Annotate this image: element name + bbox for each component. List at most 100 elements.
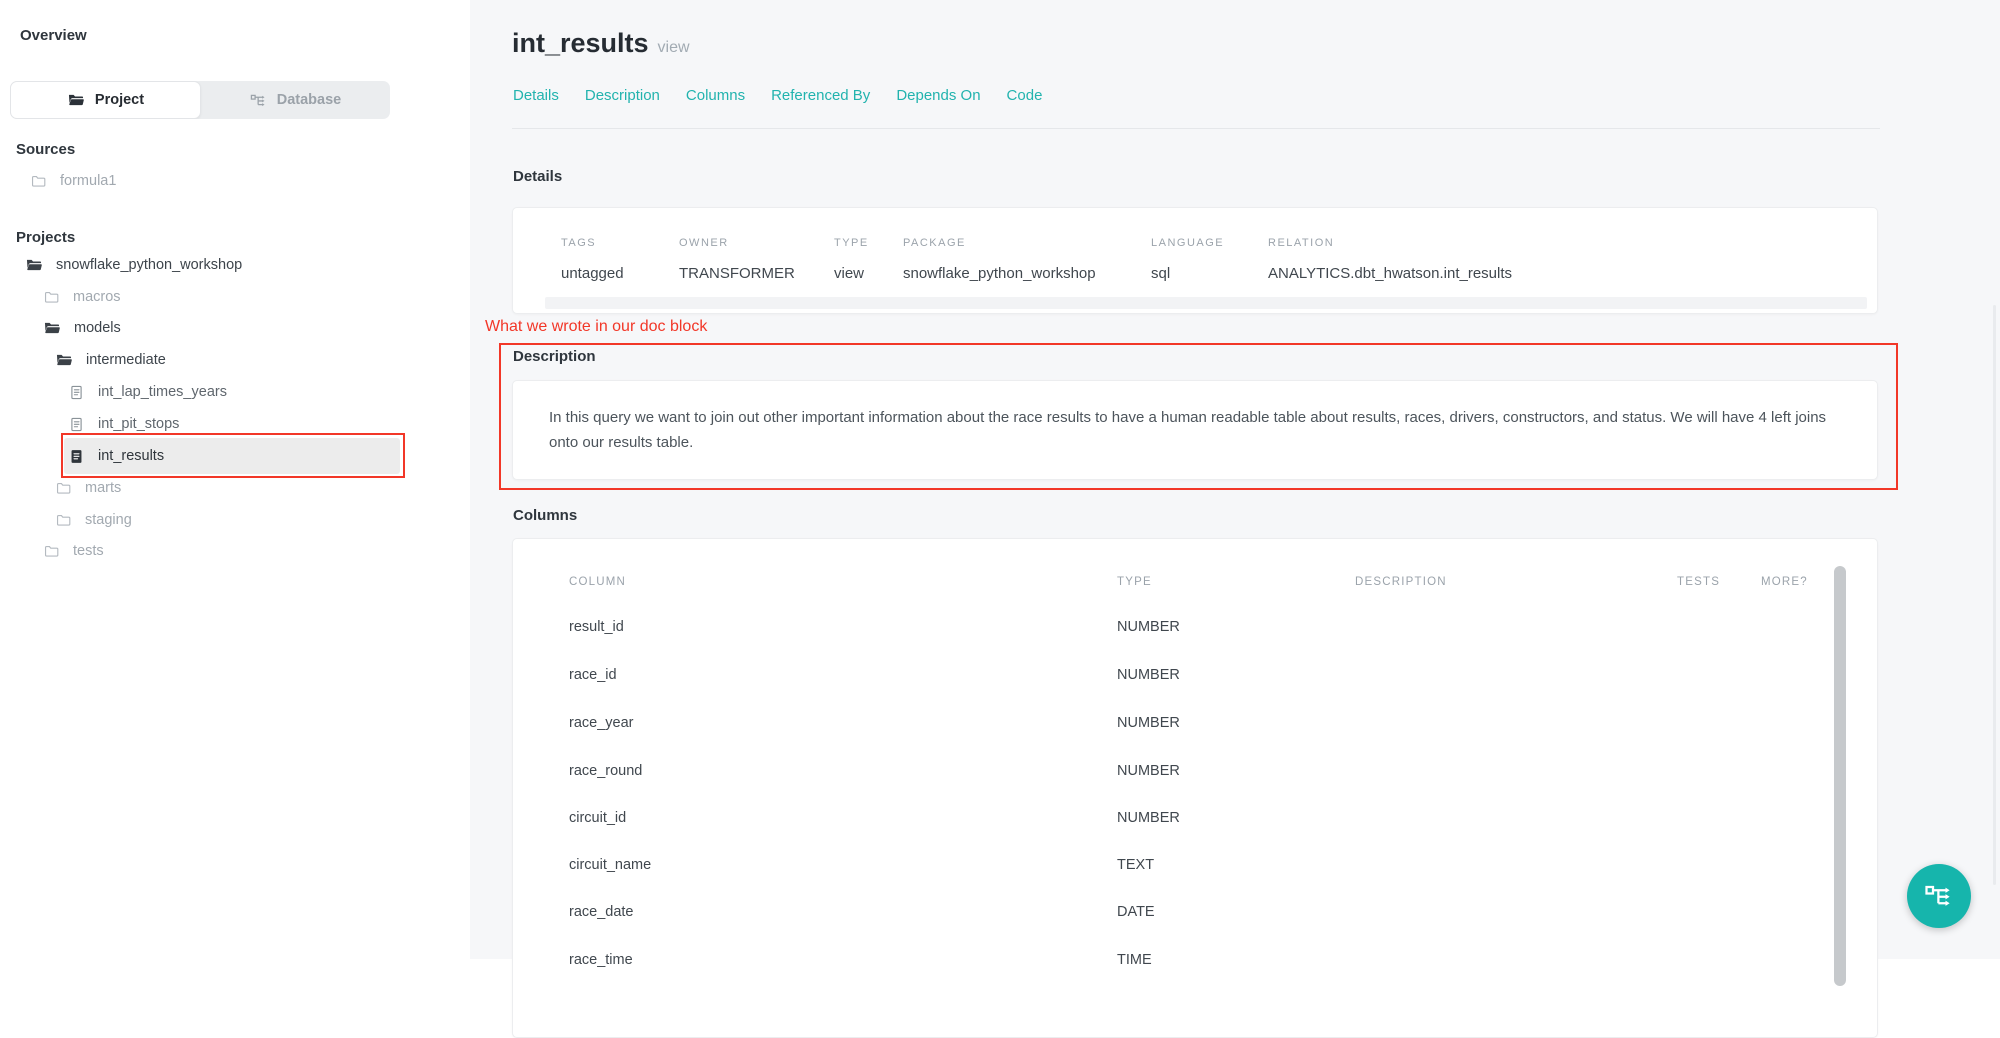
cell-column-type: NUMBER — [1117, 619, 1180, 635]
field-value: sql — [1151, 265, 1170, 282]
tree-item-label: snowflake_python_workshop — [56, 257, 242, 273]
cell-column-type: TIME — [1117, 952, 1152, 968]
folder-closed-icon — [43, 289, 60, 306]
cell-column-name: race_id — [569, 667, 617, 683]
sidebar-item-snowflake-python-workshop[interactable]: snowflake_python_workshop — [25, 249, 242, 281]
tree-item-label: formula1 — [60, 173, 116, 189]
tree-item-label: models — [74, 320, 121, 336]
cell-column-name: circuit_id — [569, 810, 626, 826]
cell-column-type: DATE — [1117, 904, 1155, 920]
tab-code[interactable]: Code — [1007, 87, 1043, 104]
tree-item-label: macros — [73, 289, 121, 305]
view-lineage-button[interactable] — [1907, 864, 1971, 928]
field-value: snowflake_python_workshop — [903, 265, 1096, 282]
columns-section-heading: Columns — [513, 507, 577, 524]
file-solid-icon — [68, 448, 85, 465]
field-label: PACKAGE — [903, 237, 966, 249]
tree-item-label: int_pit_stops — [98, 416, 179, 432]
sidebar-item-formula1[interactable]: formula1 — [30, 165, 116, 197]
field-value: TRANSFORMER — [679, 265, 795, 282]
folder-open-icon — [67, 91, 85, 109]
file-icon — [68, 384, 85, 401]
folder-closed-icon — [55, 480, 72, 497]
sidebar-item-int-results[interactable]: int_results — [68, 440, 164, 472]
field-value: ANALYTICS.dbt_hwatson.int_results — [1268, 265, 1512, 282]
cell-column-name: race_date — [569, 904, 634, 920]
sidebar-item-intermediate[interactable]: intermediate — [55, 344, 166, 376]
sidebar-item-tests[interactable]: tests — [43, 535, 104, 567]
cell-column-type: NUMBER — [1117, 763, 1180, 779]
cell-column-type: TEXT — [1117, 857, 1154, 873]
tab-details[interactable]: Details — [513, 87, 559, 104]
sidebar-item-int-pit-stops[interactable]: int_pit_stops — [68, 408, 179, 440]
tab-columns[interactable]: Columns — [686, 87, 745, 104]
lineage-icon — [250, 92, 267, 109]
description-card: In this query we want to join out other … — [512, 380, 1878, 480]
sidebar-item-marts[interactable]: marts — [55, 472, 121, 504]
model-type-tag: view — [658, 39, 690, 56]
tree-item-label: tests — [73, 543, 104, 559]
description-section-heading: Description — [513, 348, 596, 365]
projects-section-heading: Projects — [16, 229, 75, 246]
column-header-tests: TESTS — [1677, 576, 1720, 588]
page-title: int_results view — [512, 28, 690, 59]
database-toggle-label: Database — [277, 92, 341, 108]
cell-column-name: race_time — [569, 952, 633, 968]
sources-section-heading: Sources — [16, 141, 75, 158]
details-card: TAGS untagged OWNER TRANSFORMER TYPE vie… — [512, 207, 1878, 314]
sidebar-item-int-lap-times-years[interactable]: int_lap_times_years — [68, 376, 227, 408]
cell-column-name: result_id — [569, 619, 624, 635]
view-toggle: Project Database — [10, 81, 390, 119]
cell-column-type: NUMBER — [1117, 715, 1180, 731]
tab-description[interactable]: Description — [585, 87, 660, 104]
model-name: int_results — [512, 28, 649, 58]
cell-column-name: circuit_name — [569, 857, 651, 873]
field-value: view — [834, 265, 864, 282]
project-toggle-label: Project — [95, 92, 144, 108]
field-label: RELATION — [1268, 237, 1334, 249]
tree-item-label: staging — [85, 512, 132, 528]
column-header-type: TYPE — [1117, 576, 1152, 588]
field-label: TAGS — [561, 237, 596, 249]
details-section-heading: Details — [513, 168, 562, 185]
sidebar-item-macros[interactable]: macros — [43, 281, 121, 313]
annotation-text: What we wrote in our doc block — [485, 318, 707, 336]
sidebar: Overview Project Database Sources formul… — [0, 0, 470, 959]
columns-card: COLUMN TYPE DESCRIPTION TESTS MORE? resu… — [512, 538, 1878, 1038]
folder-open-icon — [25, 256, 43, 274]
file-icon — [68, 416, 85, 433]
folder-open-icon — [43, 319, 61, 337]
column-header-description: DESCRIPTION — [1355, 576, 1447, 588]
database-toggle-button[interactable]: Database — [201, 81, 390, 119]
project-toggle-button[interactable]: Project — [10, 81, 201, 119]
column-header-column: COLUMN — [569, 576, 626, 588]
tree-item-label: int_lap_times_years — [98, 384, 227, 400]
overview-link[interactable]: Overview — [20, 27, 87, 44]
folder-closed-icon — [55, 512, 72, 529]
folder-closed-icon — [43, 543, 60, 560]
cell-column-name: race_year — [569, 715, 633, 731]
columns-table-scrollbar[interactable] — [1834, 566, 1846, 986]
tab-bar: Details Description Columns Referenced B… — [513, 87, 1042, 104]
cell-column-type: NUMBER — [1117, 810, 1180, 826]
column-header-more: MORE? — [1761, 576, 1808, 588]
folder-closed-icon — [30, 173, 47, 190]
field-label: LANGUAGE — [1151, 237, 1224, 249]
tree-item-label: marts — [85, 480, 121, 496]
field-label: TYPE — [834, 237, 869, 249]
folder-open-icon — [55, 351, 73, 369]
sidebar-item-staging[interactable]: staging — [55, 504, 132, 536]
field-label: OWNER — [679, 237, 729, 249]
cell-column-name: race_round — [569, 763, 642, 779]
sidebar-item-models[interactable]: models — [43, 312, 121, 344]
page-scrollbar[interactable] — [1993, 305, 1996, 885]
tab-referenced-by[interactable]: Referenced By — [771, 87, 870, 104]
tree-item-label: int_results — [98, 448, 164, 464]
tab-depends-on[interactable]: Depends On — [896, 87, 980, 104]
tab-divider — [512, 128, 1880, 129]
cell-column-type: NUMBER — [1117, 667, 1180, 683]
tree-item-label: intermediate — [86, 352, 166, 368]
description-body: In this query we want to join out other … — [549, 405, 1849, 455]
details-scroll-strip — [545, 297, 1867, 309]
field-value: untagged — [561, 265, 624, 282]
